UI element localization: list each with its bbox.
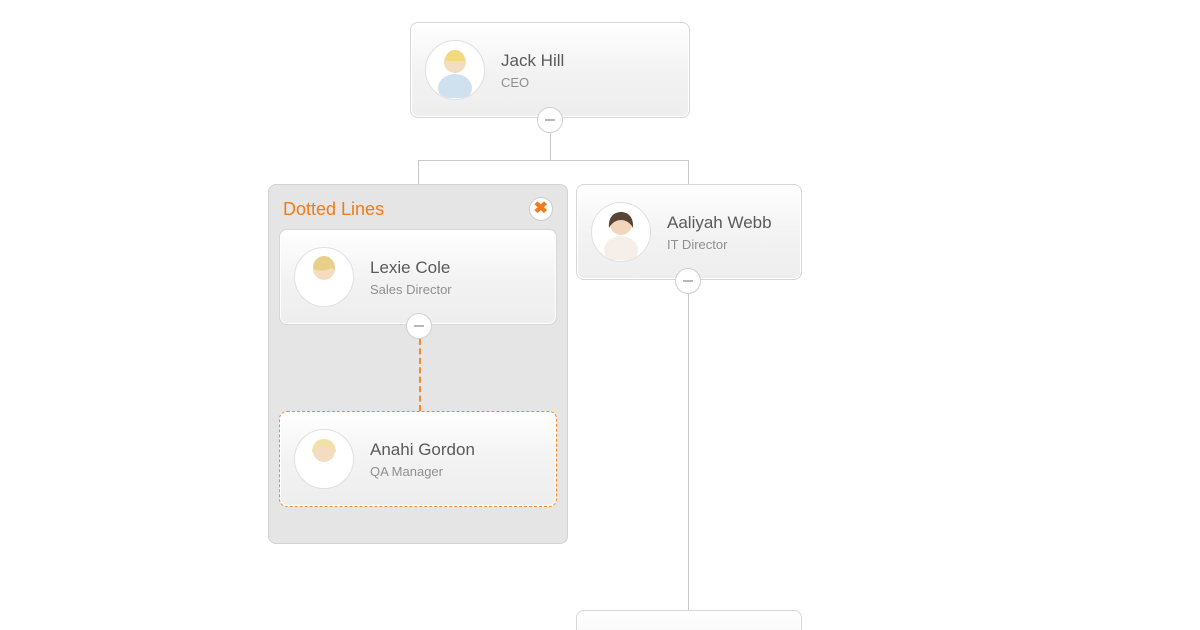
node-title: Sales Director — [370, 282, 452, 297]
node-info: Anahi Gordon QA Manager — [370, 439, 475, 478]
connector-dotted — [419, 339, 421, 411]
connector — [418, 160, 419, 184]
node-name: Aaliyah Webb — [667, 212, 772, 234]
dotted-lines-panel: Dotted Lines ✖ Lexie Cole Sales Director — [268, 184, 568, 544]
avatar — [591, 202, 651, 262]
node-name: Jack Hill — [501, 50, 564, 72]
org-node-ceo[interactable]: Jack Hill CEO — [410, 22, 690, 118]
node-info: Jack Hill CEO — [501, 50, 564, 89]
panel-header: Dotted Lines ✖ — [279, 197, 557, 229]
collapse-toggle[interactable] — [537, 107, 563, 133]
org-chart-canvas: Jack Hill CEO Dotted Lines ✖ Lexie Cole … — [0, 0, 1200, 630]
node-name: Lexie Cole — [370, 257, 452, 279]
panel-body: Lexie Cole Sales Director Anahi Gordon Q… — [279, 229, 557, 507]
avatar — [425, 40, 485, 100]
connector — [418, 160, 688, 161]
avatar — [294, 429, 354, 489]
node-title: QA Manager — [370, 464, 475, 479]
connector — [550, 132, 551, 160]
close-icon[interactable]: ✖ — [529, 197, 553, 221]
node-title: CEO — [501, 75, 564, 90]
org-node-truncated[interactable] — [576, 610, 802, 630]
collapse-toggle[interactable] — [406, 313, 432, 339]
connector — [688, 292, 689, 630]
connector — [688, 160, 689, 184]
collapse-toggle[interactable] — [675, 268, 701, 294]
panel-title: Dotted Lines — [283, 199, 384, 220]
org-node-it-director[interactable]: Aaliyah Webb IT Director — [576, 184, 802, 280]
org-node-sales-director[interactable]: Lexie Cole Sales Director — [279, 229, 557, 325]
node-title: IT Director — [667, 237, 772, 252]
node-name: Anahi Gordon — [370, 439, 475, 461]
avatar — [294, 247, 354, 307]
org-node-qa-manager[interactable]: Anahi Gordon QA Manager — [279, 411, 557, 507]
node-info: Lexie Cole Sales Director — [370, 257, 452, 296]
node-info: Aaliyah Webb IT Director — [667, 212, 772, 251]
